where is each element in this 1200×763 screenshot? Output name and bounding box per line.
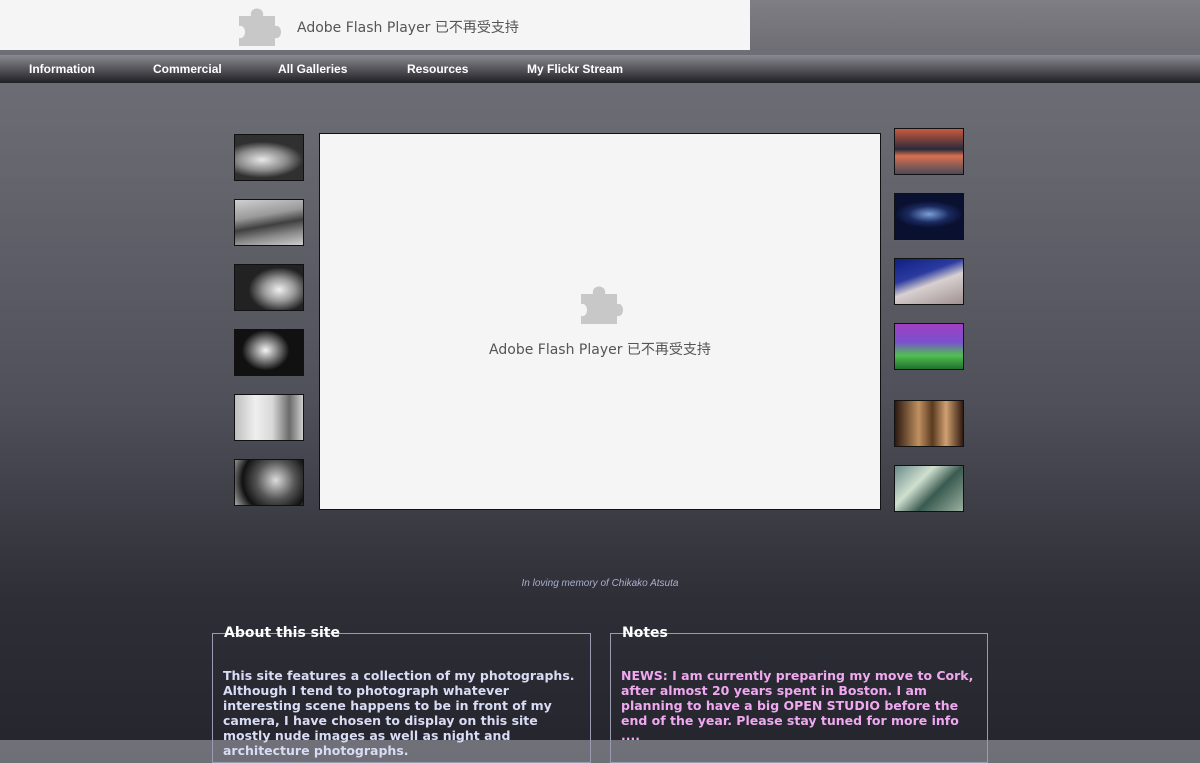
gallery-flash-placeholder: Adobe Flash Player 已不再受支持 [319,133,881,510]
thumbnail-left-1[interactable] [234,134,304,181]
flash-unsupported-message: Adobe Flash Player 已不再受支持 [297,20,519,36]
thumbnail-left-6[interactable] [234,459,304,506]
notes-section: Notes NEWS: I am currently preparing my … [610,625,988,763]
thumbnail-right-6[interactable] [894,465,964,512]
thumbnail-right-4[interactable] [894,323,964,370]
main-navigation: Information Commercial All Galleries Res… [0,55,1200,83]
nav-commercial[interactable]: Commercial [153,62,222,76]
thumbnail-left-3[interactable] [234,264,304,311]
thumbnail-right-3[interactable] [894,258,964,305]
memorial-text: In loving memory of Chikako Atsuta [521,578,679,589]
notes-title: Notes [622,625,668,641]
flash-unsupported-message: Adobe Flash Player 已不再受支持 [489,342,711,358]
about-section: About this site This site features a col… [212,625,591,763]
thumbnail-right-2[interactable] [894,193,964,240]
nav-flickr-stream[interactable]: My Flickr Stream [527,62,623,76]
thumbnail-left-4[interactable] [234,329,304,376]
nav-information[interactable]: Information [29,62,95,76]
about-text: This site features a collection of my ph… [223,668,575,758]
thumbnail-left-2[interactable] [234,199,304,246]
flash-placeholder-top: Adobe Flash Player 已不再受支持 [0,0,750,50]
nav-resources[interactable]: Resources [407,62,468,76]
notes-text: NEWS: I am currently preparing my move t… [621,668,974,743]
puzzle-piece-icon [581,286,623,324]
puzzle-piece-icon [239,8,281,46]
thumbnail-right-1[interactable] [894,128,964,175]
nav-all-galleries[interactable]: All Galleries [278,62,347,76]
thumbnail-left-5[interactable] [234,394,304,441]
about-title: About this site [224,625,340,641]
thumbnail-right-5[interactable] [894,400,964,447]
